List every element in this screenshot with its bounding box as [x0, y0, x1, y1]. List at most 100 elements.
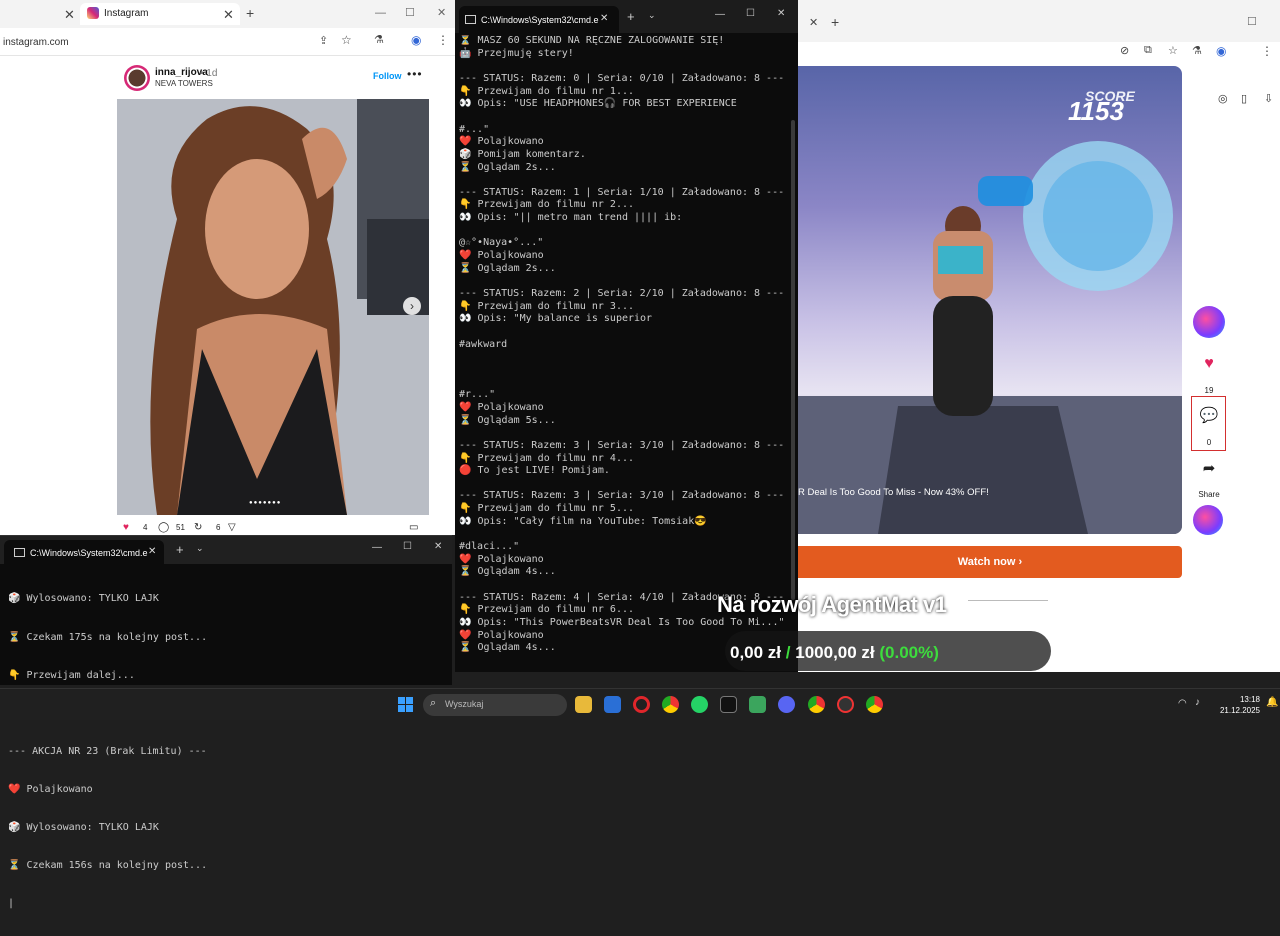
- carousel-next-icon[interactable]: ›: [403, 297, 421, 315]
- extensions-icon[interactable]: ⚗: [1192, 44, 1202, 57]
- cmd-line: --- STATUS: Razem: 3 | Seria: 3/10 | Zał…: [459, 490, 785, 502]
- notepad-icon[interactable]: [749, 696, 766, 713]
- music-disc-avatar[interactable]: [1193, 505, 1223, 535]
- notification-bell-icon[interactable]: 🔔: [1266, 697, 1278, 708]
- system-clock[interactable]: 13:18 21.12.2025: [1212, 694, 1260, 716]
- post-location[interactable]: NEVA TOWERS: [155, 79, 213, 88]
- store-icon[interactable]: [604, 696, 621, 713]
- scrollbar[interactable]: [791, 120, 795, 600]
- save-bookmark-icon[interactable]: ▭: [409, 522, 418, 533]
- score-value: 1153: [1068, 96, 1124, 126]
- chrome-icon[interactable]: [808, 696, 825, 713]
- obs-icon[interactable]: [837, 696, 854, 713]
- instagram-browser-window: ✕ Instagram ✕ + — ☐ ✕ instagram.com ⇪ ☆ …: [0, 0, 455, 535]
- cmd-line: [459, 174, 794, 187]
- file-explorer-icon[interactable]: [575, 696, 592, 713]
- terminal-icon[interactable]: [720, 696, 737, 713]
- windows-start-icon[interactable]: [398, 697, 413, 712]
- tab-label: Instagram: [104, 8, 149, 19]
- comment-icon[interactable]: ◯: [158, 522, 169, 533]
- chevron-down-icon[interactable]: ⌄: [196, 543, 204, 554]
- cmd-line: [459, 326, 794, 339]
- menu-icon[interactable]: ⋮: [1261, 44, 1273, 58]
- cmd-tab[interactable]: C:\Windows\System32\cmd.e ✕: [459, 6, 619, 33]
- bookmark-star-icon[interactable]: ☆: [1168, 44, 1178, 57]
- profile-icon[interactable]: ◉: [411, 33, 421, 47]
- maximize-icon[interactable]: ☐: [746, 8, 755, 19]
- repost-icon[interactable]: ↻: [194, 522, 202, 533]
- cmd-titlebar: C:\Windows\System32\cmd.e ✕ + ⌄ — ☐ ✕: [455, 0, 798, 33]
- fullscreen-toggle-icon[interactable]: ◎: [1218, 92, 1228, 105]
- comment-count: 0: [1206, 438, 1212, 447]
- minimize-icon[interactable]: —: [375, 7, 386, 19]
- bookmark-star-icon[interactable]: ☆: [341, 33, 352, 47]
- clock-date: 21.12.2025: [1219, 706, 1260, 715]
- video-player[interactable]: SCORE 1153 R Deal Is Too Good To Miss - …: [798, 66, 1182, 534]
- new-tab-icon[interactable]: +: [627, 9, 635, 24]
- address-bar[interactable]: ⊘ ⧉ ☆ ⚗ ◉ ⋮: [798, 42, 1280, 62]
- cmd-output[interactable]: ⏳ MASZ 60 SEKUND NA RĘCZNE ZALOGOWANIE S…: [459, 35, 794, 665]
- download-icon[interactable]: ⇩: [1264, 92, 1273, 105]
- cmd-line: --- STATUS: Razem: 2 | Seria: 2/10 | Zał…: [459, 288, 785, 300]
- wifi-icon[interactable]: ◠: [1178, 698, 1187, 709]
- watch-now-label: Watch now: [957, 556, 1016, 568]
- chrome-icon[interactable]: [866, 696, 883, 713]
- close-tab-icon[interactable]: ✕: [148, 546, 156, 557]
- tab-instagram[interactable]: Instagram ✕: [80, 3, 240, 25]
- close-tab-icon[interactable]: ✕: [600, 13, 608, 24]
- maximize-icon[interactable]: ☐: [1247, 15, 1257, 28]
- url-text[interactable]: instagram.com: [3, 37, 69, 48]
- share-icon[interactable]: ➦: [1193, 459, 1225, 477]
- new-tab-icon[interactable]: +: [176, 542, 184, 557]
- send-icon[interactable]: ▽: [228, 522, 236, 533]
- screenshot-icon[interactable]: ⧉: [1144, 44, 1152, 57]
- chrome-icon[interactable]: [662, 696, 679, 713]
- clock-time: 13:18: [1239, 695, 1260, 704]
- menu-icon[interactable]: ⋮: [437, 33, 449, 47]
- discord-icon[interactable]: [778, 696, 795, 713]
- no-tracking-icon[interactable]: ⊘: [1120, 44, 1129, 57]
- close-window-icon[interactable]: ✕: [437, 6, 446, 19]
- maximize-icon[interactable]: ☐: [405, 6, 415, 19]
- follow-button[interactable]: Follow: [373, 71, 402, 81]
- maximize-icon[interactable]: ☐: [403, 541, 412, 552]
- profile-icon[interactable]: ◉: [1216, 44, 1226, 58]
- cmd-window-main: C:\Windows\System32\cmd.e ✕ + ⌄ — ☐ ✕ ⏳ …: [455, 0, 798, 672]
- share-label: Share: [1198, 490, 1220, 499]
- cmd-line: [459, 528, 794, 541]
- whatsapp-icon[interactable]: [691, 696, 708, 713]
- comment-icon[interactable]: 💬: [1193, 406, 1225, 424]
- address-bar[interactable]: instagram.com ⇪ ☆ ⚗ ◉ ⋮: [0, 28, 455, 56]
- more-options-button[interactable]: •••: [407, 67, 423, 81]
- avatar[interactable]: [124, 65, 150, 91]
- post-photo-illustration: [117, 99, 429, 515]
- minimize-icon[interactable]: —: [715, 9, 725, 20]
- volume-icon[interactable]: ♪: [1195, 697, 1200, 708]
- watch-now-button[interactable]: Watch now ›: [798, 546, 1182, 578]
- cmd-line: ⏳ Czekam 175s na kolejny post...: [8, 631, 208, 643]
- cmd-output[interactable]: 🎲 Wylosowano: TYLKO LAJK ⏳ Czekam 175s n…: [8, 568, 448, 936]
- cmd-line: --- STATUS: Razem: 0 | Seria: 0/10 | Zał…: [459, 72, 785, 84]
- close-tab-icon[interactable]: ✕: [64, 7, 75, 23]
- cmd-line: ⏳ Oglądam 2s...: [459, 161, 556, 173]
- cmd-line: ⏳ Czekam 156s na kolejny post...: [8, 860, 208, 872]
- creator-avatar[interactable]: [1193, 306, 1225, 338]
- close-tab-icon[interactable]: ✕: [223, 7, 234, 23]
- close-tab-icon[interactable]: ✕: [809, 16, 818, 29]
- chevron-down-icon[interactable]: ⌄: [648, 10, 656, 21]
- opera-icon[interactable]: [633, 696, 650, 713]
- like-heart-icon[interactable]: ♥: [1193, 355, 1225, 373]
- new-tab-icon[interactable]: +: [246, 5, 254, 21]
- minimize-icon[interactable]: —: [372, 542, 382, 553]
- cmd-tab[interactable]: C:\Windows\System32\cmd.e ✕: [4, 540, 164, 564]
- close-window-icon[interactable]: ✕: [434, 541, 442, 552]
- extensions-icon[interactable]: ⚗: [374, 33, 384, 46]
- close-window-icon[interactable]: ✕: [777, 8, 785, 19]
- like-heart-icon[interactable]: ♥: [123, 522, 129, 533]
- mobile-icon[interactable]: ▯: [1241, 92, 1247, 105]
- taskbar-search[interactable]: ⌕ Wyszukaj: [423, 694, 567, 716]
- cmd-line: #r...": [459, 389, 496, 401]
- install-app-icon[interactable]: ⇪: [319, 34, 328, 47]
- new-tab-icon[interactable]: +: [831, 14, 839, 30]
- post-photo[interactable]: › ●●●●●●●: [117, 99, 429, 515]
